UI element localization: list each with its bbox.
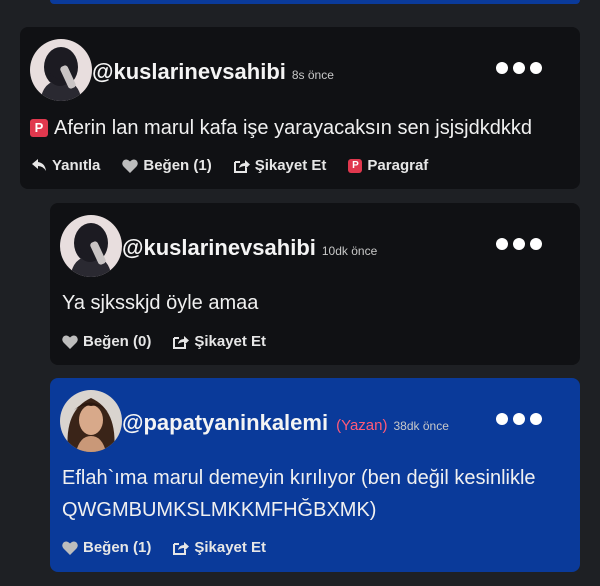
- report-button[interactable]: Şikayet Et: [233, 157, 327, 174]
- paragraph-button[interactable]: P Paragraf: [348, 157, 428, 174]
- author-reply-card: @papatyaninkalemi (Yazan) 38dk önce Eflah`…: [50, 378, 580, 572]
- share-report-icon: [173, 542, 190, 555]
- reply-button[interactable]: Yanıtla: [32, 157, 100, 174]
- timestamp: 10dk önce: [321, 244, 378, 258]
- share-report-icon: [233, 160, 250, 173]
- comment-text: Eflah`ıma marul demeyin kırılıyor (ben d…: [62, 467, 536, 521]
- comment-text: Aferin lan marul kafa işe yarayacaksın s…: [54, 117, 532, 139]
- timestamp: 8s önce: [291, 68, 334, 82]
- previous-comment-edge: [50, 0, 580, 4]
- comment-actions: Beğen (0) Şikayet Et: [62, 333, 266, 350]
- share-report-icon: [173, 336, 190, 349]
- dot-icon: [530, 238, 542, 250]
- reply-card: @kuslarinevsahibi 10dk önce Ya sjksskjd ö…: [50, 203, 580, 365]
- username-text[interactable]: @kuslarinevsahibi: [122, 235, 316, 260]
- dot-icon: [513, 62, 525, 74]
- like-label: Beğen (1): [143, 157, 212, 174]
- heart-icon: [122, 158, 139, 173]
- like-label: Beğen (0): [83, 333, 152, 350]
- username-text[interactable]: @papatyaninkalemi: [122, 410, 328, 435]
- avatar-image: [60, 215, 122, 277]
- avatar-image: [30, 39, 92, 101]
- like-button[interactable]: Beğen (0): [62, 333, 151, 350]
- comment-text: Ya sjksskjd öyle amaa: [62, 292, 259, 314]
- username[interactable]: @kuslarinevsahibi 8s önce: [92, 59, 334, 85]
- dot-icon: [496, 62, 508, 74]
- paragraph-label: Paragraf: [367, 157, 429, 174]
- reply-icon: [32, 159, 46, 171]
- dot-icon: [530, 62, 542, 74]
- comment-text-row: P Aferin lan marul kafa işe yarayacaksın …: [30, 112, 532, 144]
- more-options-button[interactable]: [496, 412, 542, 426]
- avatar-image: [60, 390, 122, 452]
- dot-icon: [513, 413, 525, 425]
- report-button[interactable]: Şikayet Et: [173, 539, 266, 556]
- username[interactable]: @papatyaninkalemi (Yazan) 38dk önce: [122, 410, 449, 436]
- report-label: Şikayet Et: [194, 539, 267, 556]
- avatar[interactable]: [60, 390, 122, 452]
- dot-icon: [530, 413, 542, 425]
- username[interactable]: @kuslarinevsahibi 10dk önce: [122, 235, 377, 261]
- author-badge: (Yazan): [336, 417, 388, 434]
- report-button[interactable]: Şikayet Et: [173, 333, 266, 350]
- more-options-button[interactable]: [496, 61, 542, 75]
- like-button[interactable]: Beğen (1): [122, 157, 212, 174]
- like-button[interactable]: Beğen (1): [62, 539, 151, 556]
- avatar[interactable]: [30, 39, 92, 101]
- comment-card: @kuslarinevsahibi 8s önce P Aferin lan mar…: [20, 27, 580, 189]
- heart-icon: [62, 334, 78, 349]
- paragraph-icon: P: [348, 158, 363, 173]
- comment-actions: Yanıtla Beğen (1) Şikayet Et P Paragraf: [32, 157, 428, 174]
- dot-icon: [496, 238, 508, 250]
- username-text[interactable]: @kuslarinevsahibi: [92, 59, 286, 84]
- reply-label: Yanıtla: [52, 157, 101, 174]
- comment-actions: Beğen (1) Şikayet Et: [62, 539, 266, 556]
- dot-icon: [496, 413, 508, 425]
- like-label: Beğen (1): [83, 539, 152, 556]
- paragraph-badge-icon: P: [30, 119, 48, 137]
- report-label: Şikayet Et: [194, 333, 267, 350]
- avatar[interactable]: [60, 215, 122, 277]
- report-label: Şikayet Et: [254, 157, 327, 174]
- timestamp: 38dk önce: [393, 419, 449, 433]
- dot-icon: [513, 238, 525, 250]
- heart-icon: [62, 540, 78, 555]
- more-options-button[interactable]: [496, 237, 542, 251]
